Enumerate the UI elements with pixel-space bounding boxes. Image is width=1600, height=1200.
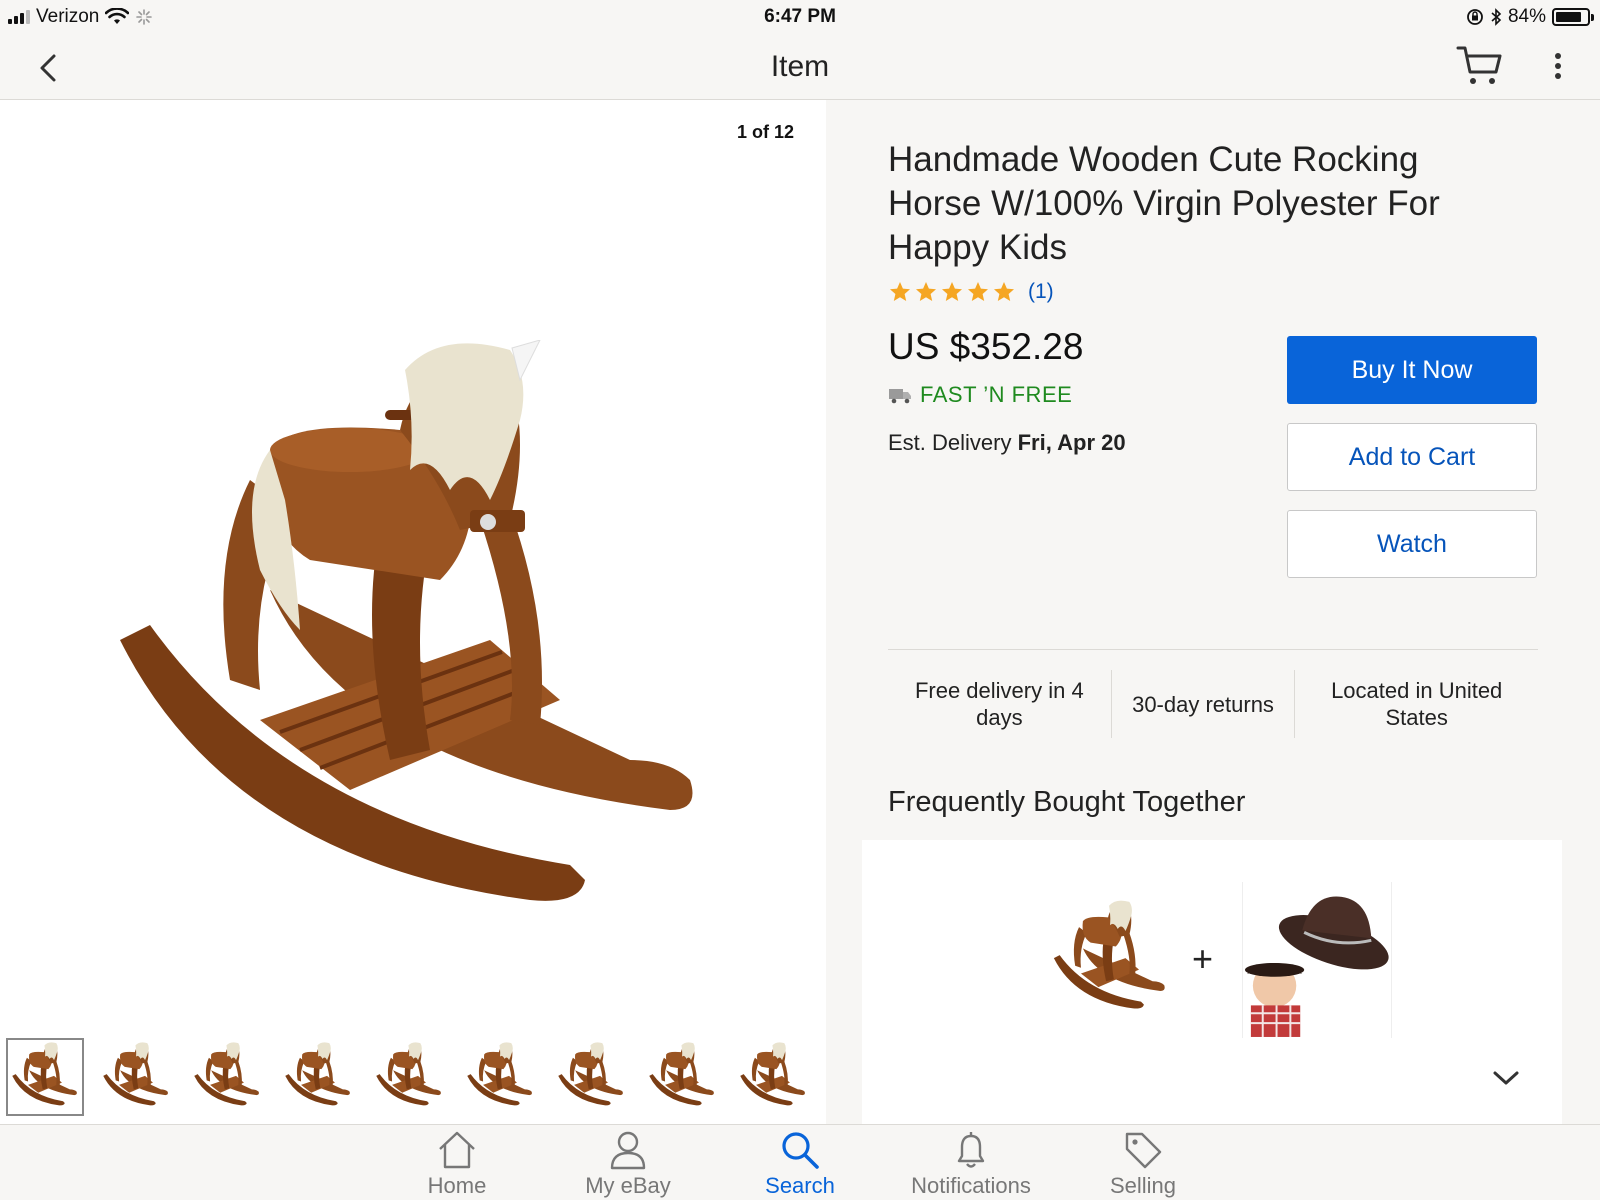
watch-button[interactable]: Watch	[1287, 510, 1537, 578]
thumbnail-image[interactable]	[279, 1038, 357, 1116]
item-details: Handmade Wooden Cute Rocking Horse W/100…	[826, 100, 1600, 1130]
star-icon	[890, 282, 910, 301]
thumbnail-image[interactable]	[188, 1038, 266, 1116]
tab-search[interactable]: Search	[720, 1129, 880, 1199]
thumbnail-image[interactable]	[370, 1038, 448, 1116]
delivery-date: Fri, Apr 20	[1017, 430, 1126, 455]
tag-icon	[1125, 1132, 1162, 1169]
thumbnail-strip	[6, 1038, 812, 1118]
thumbnail-image[interactable]	[552, 1038, 630, 1116]
shipping-text: FAST ’N FREE	[920, 382, 1073, 407]
status-right: 84%	[1466, 6, 1594, 28]
orientation-lock-icon	[1467, 9, 1483, 25]
feature-free-delivery: Free delivery in 4 days	[914, 678, 1084, 730]
star-icon	[968, 282, 988, 301]
bluetooth-icon	[1491, 8, 1502, 26]
shipping-badge: FAST ’N FREE	[888, 382, 1072, 408]
divider	[888, 649, 1538, 650]
status-time: 6:47 PM	[764, 6, 836, 27]
page-title: Item	[770, 50, 830, 83]
thumbnail-image[interactable]	[643, 1038, 721, 1116]
feature-highlights: Free delivery in 4 days 30-day returns L…	[888, 670, 1538, 738]
bell-icon	[957, 1132, 985, 1168]
tab-my-ebay[interactable]: My eBay	[548, 1129, 708, 1199]
rating-count[interactable]: (1)	[1028, 280, 1054, 304]
tab-notifications[interactable]: Notifications	[891, 1129, 1051, 1199]
cart-icon[interactable]	[1456, 44, 1504, 88]
star-icon	[994, 282, 1014, 301]
star-icon	[942, 282, 962, 301]
thumbnail-image[interactable]	[734, 1038, 812, 1116]
star-icon	[916, 282, 936, 301]
feature-returns: 30-day returns	[1110, 670, 1295, 738]
truck-icon	[889, 389, 911, 404]
fbt-card: +	[862, 840, 1562, 1130]
thumbnail-image[interactable]	[97, 1038, 175, 1116]
fbt-rocking-horse-image[interactable]	[1042, 900, 1178, 1020]
tab-bar: Home My eBay Search Notifications Sellin…	[0, 1124, 1600, 1200]
add-to-cart-button[interactable]: Add to Cart	[1287, 423, 1537, 491]
battery-fill	[1556, 12, 1582, 22]
tab-selling[interactable]: Selling	[1063, 1129, 1223, 1199]
feature-location: Located in United States	[1294, 670, 1538, 738]
image-gallery[interactable]: 1 of 12	[0, 100, 826, 1124]
tab-home[interactable]: Home	[377, 1129, 537, 1199]
stars	[888, 280, 1016, 304]
product-image-rocking-horse[interactable]	[110, 340, 710, 960]
nav-bar: Item	[0, 34, 1600, 100]
item-price: US $352.28	[888, 326, 1084, 367]
home-icon	[439, 1131, 475, 1169]
delivery-label: Est. Delivery	[888, 430, 1012, 455]
item-title: Handmade Wooden Cute Rocking Horse W/100…	[888, 140, 1440, 267]
plus-sign: +	[1192, 938, 1214, 979]
more-vertical-icon[interactable]	[1548, 48, 1568, 88]
tab-notifications-label: Notifications	[911, 1173, 1031, 1198]
thumbnail-image[interactable]	[461, 1038, 539, 1116]
tab-my-ebay-label: My eBay	[585, 1173, 671, 1198]
image-counter: 1 of 12	[736, 122, 794, 142]
search-icon	[782, 1132, 819, 1169]
buy-it-now-button[interactable]: Buy It Now	[1287, 336, 1537, 404]
estimated-delivery: Est. Delivery Fri, Apr 20	[888, 430, 1126, 456]
chevron-down-icon[interactable]	[1492, 1068, 1520, 1088]
fbt-cowboy-hat-image[interactable]	[1242, 882, 1392, 1038]
battery-icon	[1552, 8, 1594, 26]
person-icon	[610, 1131, 646, 1170]
tab-home-label: Home	[427, 1173, 487, 1198]
battery-percent: 84%	[1507, 6, 1546, 27]
fbt-heading: Frequently Bought Together	[888, 786, 1246, 818]
star-rating[interactable]: (1)	[888, 280, 1054, 304]
status-bar: Verizon 6:47 PM 84%	[0, 0, 1600, 34]
tab-selling-label: Selling	[1109, 1173, 1177, 1198]
thumbnail-image[interactable]	[6, 1038, 84, 1116]
tab-search-label: Search	[765, 1173, 835, 1198]
